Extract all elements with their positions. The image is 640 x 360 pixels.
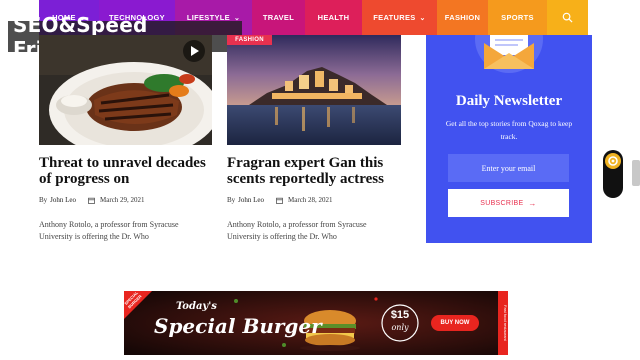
by-label: By [227,196,236,204]
newsletter-title: Daily Newsletter [455,93,563,109]
nav-item-travel[interactable]: TRAVEL [252,0,305,35]
subscribe-button[interactable]: SUBSCRIBE → [448,189,569,217]
nav-item-label: SPORTS [501,13,534,22]
nav-item-features[interactable]: FEATURES ⌄ [362,0,437,35]
search-button[interactable] [547,0,588,35]
arrow-right-icon: → [528,198,537,208]
ad-price: $15 [390,309,410,321]
nav-item-fashion[interactable]: FASHION [437,0,488,35]
article-excerpt: Anthony Rotolo, a professor from Syracus… [39,220,179,241]
nav-item-label: HEALTH [317,13,350,22]
ad-headline: Special Burger [154,314,322,338]
calendar-icon [88,197,95,204]
article-title[interactable]: Threat to unravel decades of progress on [39,155,211,187]
article-image-steak[interactable] [39,35,212,145]
ad-side-text: Fast food restaurant [503,305,508,341]
author-link[interactable]: John Leo [238,196,264,204]
by-label: By [39,196,48,204]
nav-item-label: FEATURES [373,13,416,22]
ad-price-only: only [391,323,409,332]
article-title[interactable]: Fragran expert Gan this scents reportedl… [227,155,399,187]
chevron-down-icon: ⌄ [419,14,426,22]
article-meta: By John Leo March 29, 2021 [39,196,145,204]
scrollbar-thumb[interactable] [632,160,640,186]
island-photo [227,35,401,145]
calendar-icon [276,197,283,204]
author-link[interactable]: John Leo [50,196,76,204]
envelope-icon [475,35,543,73]
nav-item-label: TRAVEL [262,13,295,22]
steak-photo [39,35,212,145]
article-image-island[interactable] [227,35,401,145]
nav-item-label: FASHION [444,13,481,22]
email-field[interactable] [448,154,569,182]
subscribe-label: SUBSCRIBE [480,199,524,207]
category-tag[interactable]: FASHION [227,35,272,45]
article-excerpt: Anthony Rotolo, a professor from Syracus… [227,220,367,241]
buy-now-button[interactable]: BUY NOW [431,315,479,331]
newsletter-text: Get all the top stories from Qoxag to ke… [445,119,573,141]
nav-item-sports[interactable]: SPORTS [488,0,547,35]
ad-banner[interactable]: SPECIAL BURGER Today's Special Burger $1… [124,291,508,355]
gear-icon[interactable] [605,153,621,169]
article-date: March 29, 2021 [100,196,145,204]
search-icon [562,12,573,23]
nav-item-health[interactable]: HEALTH [305,0,362,35]
article-meta: By John Leo March 28, 2021 [227,196,333,204]
article-date: March 28, 2021 [288,196,333,204]
newsletter-widget: Daily Newsletter Get all the top stories… [426,35,592,243]
ad-headline-small: Today's [176,301,217,312]
